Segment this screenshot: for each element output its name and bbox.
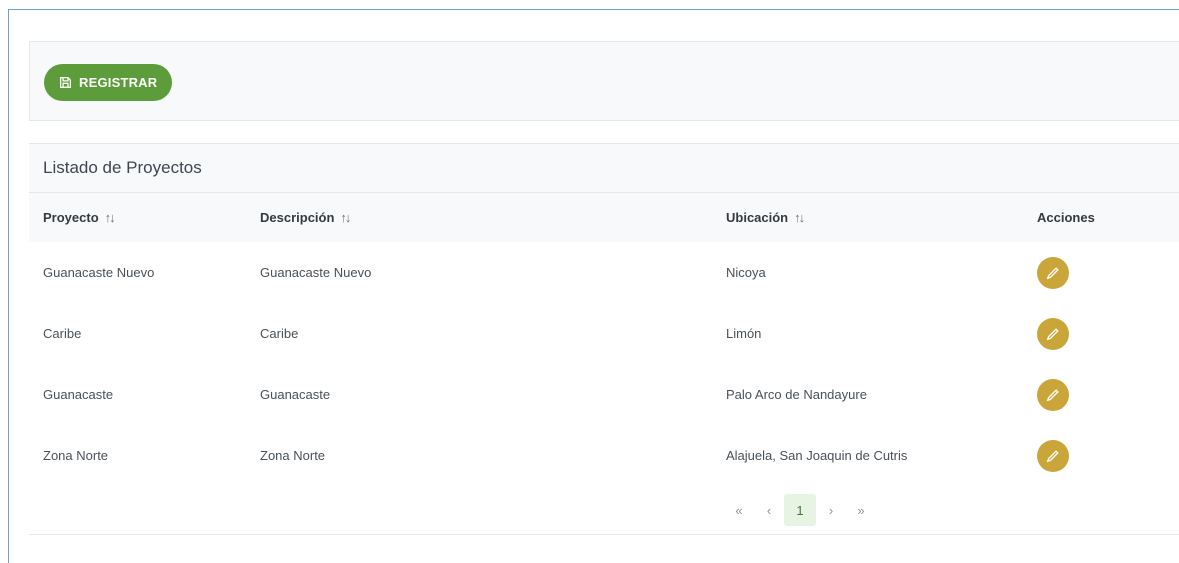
register-label: REGISTRAR [79,75,158,90]
edit-button[interactable] [1037,439,1069,472]
column-header-descripcion[interactable]: Descripción ↑↓ [260,210,351,225]
cell-acciones [1037,303,1069,364]
save-icon [59,76,72,89]
cell-ubicacion: Nicoya [726,265,766,280]
sort-icon: ↑↓ [104,210,116,225]
column-header-ubicacion[interactable]: Ubicación ↑↓ [726,210,805,225]
table-row: Zona Norte Zona Norte Alajuela, San Joaq… [29,425,1179,486]
cell-acciones [1037,242,1069,303]
projects-card: Listado de Proyectos Proyecto ↑↓ Descrip… [29,143,1179,535]
toolbar: REGISTRAR [29,41,1179,121]
cell-acciones [1037,425,1069,486]
cell-ubicacion: Palo Arco de Nandayure [726,387,867,402]
list-title: Listado de Proyectos [29,143,1179,193]
sort-icon: ↑↓ [340,210,351,225]
column-header-proyecto[interactable]: Proyecto ↑↓ [43,210,116,225]
pencil-icon [1046,449,1059,462]
cell-proyecto: Caribe [43,326,82,341]
cell-ubicacion: Limón [726,326,762,341]
pencil-icon [1046,266,1059,279]
pagination: « ‹ 1 › » [724,493,876,527]
cell-descripcion: Guanacaste Nuevo [260,265,372,280]
table-row: Caribe Caribe Limón [29,303,1179,364]
table-row: Guanacaste Nuevo Guanacaste Nuevo Nicoya [29,242,1179,303]
last-page-button[interactable]: » [846,494,876,526]
column-header-acciones: Acciones [1037,210,1095,225]
page-1-button[interactable]: 1 [784,494,816,526]
edit-button[interactable] [1037,317,1069,350]
table-row: Guanacaste Guanacaste Palo Arco de Nanda… [29,364,1179,425]
cell-descripcion: Zona Norte [260,448,326,463]
cell-proyecto: Zona Norte [43,448,109,463]
pencil-icon [1046,388,1059,401]
edit-button[interactable] [1037,378,1069,411]
cell-descripcion: Guanacaste [260,387,331,402]
pencil-icon [1046,327,1059,340]
cell-proyecto: Guanacaste [43,387,114,402]
cell-ubicacion: Alajuela, San Joaquin de Cutris [726,448,908,463]
register-button[interactable]: REGISTRAR [44,64,173,101]
sort-icon: ↑↓ [794,210,805,225]
frame-border-left [8,9,9,563]
cell-proyecto: Guanacaste Nuevo [43,265,155,280]
prev-page-button[interactable]: ‹ [754,494,784,526]
table-header: Proyecto ↑↓ Descripción ↑↓ Ubicación ↑↓ … [29,193,1179,242]
frame-border-top [8,9,1179,10]
edit-button[interactable] [1037,256,1069,289]
next-page-button[interactable]: › [816,494,846,526]
cell-descripcion: Caribe [260,326,299,341]
first-page-button[interactable]: « [724,494,754,526]
cell-acciones [1037,364,1069,425]
